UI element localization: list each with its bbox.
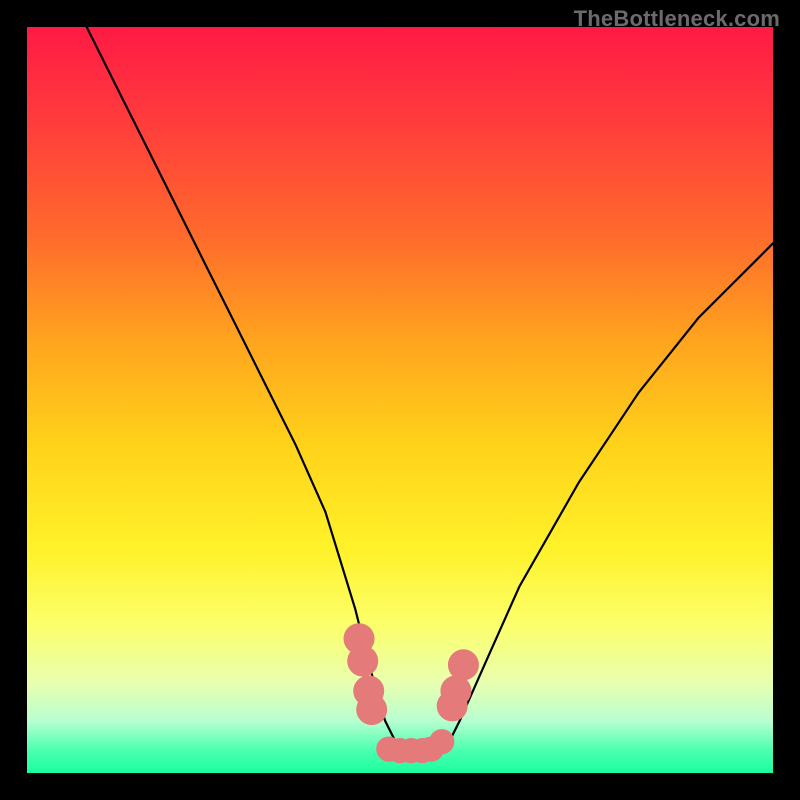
watermark-text: TheBottleneck.com <box>574 6 780 32</box>
marker-point <box>440 675 471 706</box>
marker-point <box>356 694 387 725</box>
plot-area <box>27 27 773 773</box>
chart-svg <box>27 27 773 773</box>
marker-point <box>347 646 378 677</box>
marker-point <box>429 729 454 754</box>
bottleneck-curve <box>87 27 773 758</box>
markers-group <box>344 623 479 763</box>
marker-point <box>448 649 479 680</box>
chart-frame: TheBottleneck.com <box>0 0 800 800</box>
